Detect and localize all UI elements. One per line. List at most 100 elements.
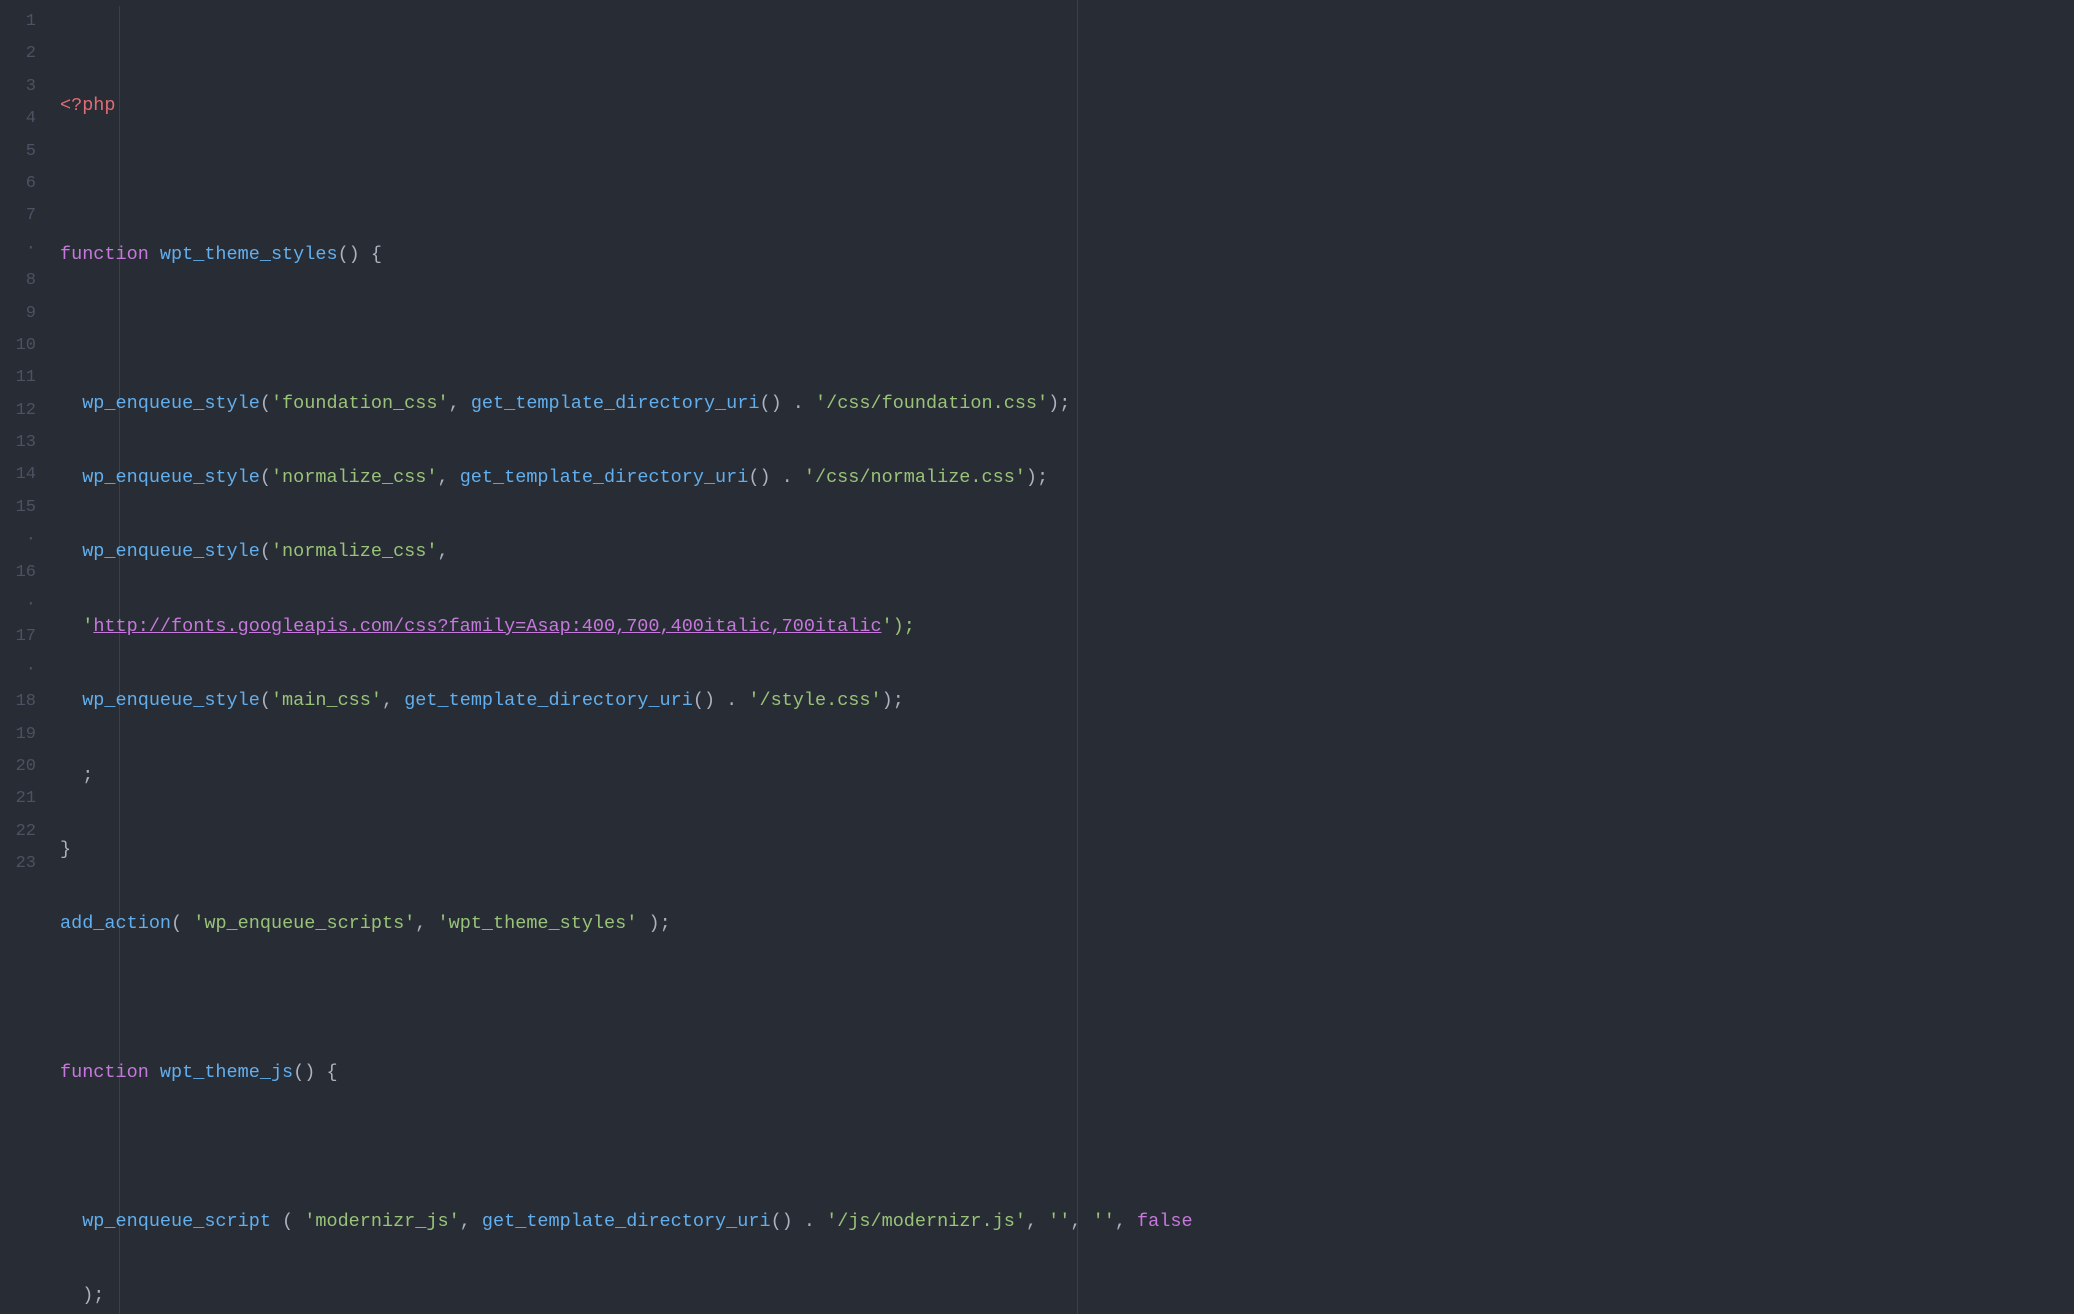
code-text: ,: [449, 393, 471, 414]
code-area[interactable]: <?php function wpt_theme_styles() { wp_e…: [48, 0, 2074, 1314]
code-editor[interactable]: 1 2 3 4 5 6 7 · 8 9 10 11 12 13 14 15 · …: [0, 0, 2074, 1314]
function-call: get_template_directory_uri: [471, 393, 760, 414]
line-number[interactable]: 22: [0, 816, 48, 848]
line-number[interactable]: 18: [0, 686, 48, 718]
string: ': [60, 616, 93, 637]
line-number-gutter[interactable]: 1 2 3 4 5 6 7 · 8 9 10 11 12 13 14 15 · …: [0, 0, 48, 1314]
code-text: () .: [748, 467, 804, 488]
code-text: () {: [338, 244, 382, 265]
string: ');: [882, 616, 915, 637]
function-call: wp_enqueue_style: [60, 541, 260, 562]
string: 'normalize_css': [271, 467, 438, 488]
line-number[interactable]: 23: [0, 848, 48, 880]
code-text: (: [260, 467, 271, 488]
wrapped-line-marker: ·: [0, 589, 48, 621]
code-text: ,: [1070, 1211, 1092, 1232]
line-number[interactable]: 4: [0, 103, 48, 135]
code-text: ,: [1115, 1211, 1137, 1232]
code-line[interactable]: wp_enqueue_script ( 'modernizr_js', get_…: [60, 1206, 2074, 1238]
keyword-function: function: [60, 1062, 160, 1083]
code-text: ,: [415, 913, 437, 934]
string: 'normalize_css': [271, 541, 438, 562]
string: 'wpt_theme_styles': [438, 913, 638, 934]
code-text: }: [60, 839, 71, 860]
line-number[interactable]: 13: [0, 427, 48, 459]
line-number[interactable]: 7: [0, 200, 48, 232]
line-number[interactable]: 1: [0, 6, 48, 38]
code-text: );: [60, 1285, 104, 1306]
code-text: (: [171, 913, 193, 934]
wrapped-line-marker: ·: [0, 233, 48, 265]
wrapped-line-marker: ·: [0, 654, 48, 686]
code-text: () .: [759, 393, 815, 414]
line-number[interactable]: 16: [0, 557, 48, 589]
code-text: ;: [60, 765, 93, 786]
code-text: (: [260, 393, 271, 414]
code-text: );: [1048, 393, 1070, 414]
line-number[interactable]: 15: [0, 492, 48, 524]
code-text: (: [282, 1211, 304, 1232]
string: '/js/modernizr.js': [826, 1211, 1026, 1232]
line-number[interactable]: 14: [0, 459, 48, 491]
code-line[interactable]: [60, 164, 2074, 196]
line-number[interactable]: 3: [0, 71, 48, 103]
code-line[interactable]: function wpt_theme_js() {: [60, 1057, 2074, 1089]
code-line[interactable]: wp_enqueue_style('main_css', get_templat…: [60, 685, 2074, 717]
wrapped-line-marker: ·: [0, 524, 48, 556]
code-text: ,: [382, 690, 404, 711]
keyword-false: false: [1137, 1211, 1193, 1232]
code-text: (: [260, 541, 271, 562]
php-open-tag: <?php: [60, 95, 116, 116]
line-number[interactable]: 6: [0, 168, 48, 200]
code-line[interactable]: wp_enqueue_style('normalize_css', get_te…: [60, 462, 2074, 494]
string: '/css/normalize.css': [804, 467, 1026, 488]
code-text: );: [882, 690, 904, 711]
code-text: () .: [693, 690, 749, 711]
string: 'foundation_css': [271, 393, 449, 414]
code-line[interactable]: );: [60, 1280, 2074, 1312]
string: '': [1048, 1211, 1070, 1232]
function-call: get_template_directory_uri: [482, 1211, 771, 1232]
line-number[interactable]: 5: [0, 136, 48, 168]
string: '/style.css': [748, 690, 881, 711]
string: 'modernizr_js': [304, 1211, 459, 1232]
code-text: () {: [293, 1062, 337, 1083]
code-line[interactable]: }: [60, 834, 2074, 866]
line-number[interactable]: 12: [0, 395, 48, 427]
code-line[interactable]: wp_enqueue_style('normalize_css',: [60, 536, 2074, 568]
code-text: () .: [771, 1211, 827, 1232]
function-name: wpt_theme_js: [160, 1062, 293, 1083]
function-call: get_template_directory_uri: [404, 690, 693, 711]
code-text: );: [637, 913, 670, 934]
line-number[interactable]: 11: [0, 362, 48, 394]
function-call: wp_enqueue_style: [60, 393, 260, 414]
function-call: get_template_directory_uri: [460, 467, 749, 488]
code-line[interactable]: ;: [60, 760, 2074, 792]
line-number[interactable]: 17: [0, 621, 48, 653]
line-number[interactable]: 2: [0, 38, 48, 70]
code-text: ,: [460, 1211, 482, 1232]
function-call: wp_enqueue_style: [60, 467, 260, 488]
code-line[interactable]: [60, 313, 2074, 345]
url-link[interactable]: http://fonts.googleapis.com/css?family=A…: [93, 616, 881, 637]
code-line[interactable]: 'http://fonts.googleapis.com/css?family=…: [60, 611, 2074, 643]
code-line[interactable]: [60, 983, 2074, 1015]
string: '': [1093, 1211, 1115, 1232]
code-line[interactable]: <?php: [60, 90, 2074, 122]
line-number[interactable]: 20: [0, 751, 48, 783]
code-line[interactable]: add_action( 'wp_enqueue_scripts', 'wpt_t…: [60, 908, 2074, 940]
code-line[interactable]: wp_enqueue_style('foundation_css', get_t…: [60, 388, 2074, 420]
line-number[interactable]: 9: [0, 298, 48, 330]
code-text: (: [260, 690, 271, 711]
code-text: ,: [1026, 1211, 1048, 1232]
code-line[interactable]: [60, 1131, 2074, 1163]
line-number[interactable]: 21: [0, 783, 48, 815]
line-number[interactable]: 10: [0, 330, 48, 362]
keyword-function: function: [60, 244, 160, 265]
string: '/css/foundation.css': [815, 393, 1048, 414]
function-call: wp_enqueue_script: [60, 1211, 282, 1232]
line-number[interactable]: 8: [0, 265, 48, 297]
string: 'wp_enqueue_scripts': [193, 913, 415, 934]
line-number[interactable]: 19: [0, 719, 48, 751]
code-line[interactable]: function wpt_theme_styles() {: [60, 239, 2074, 271]
